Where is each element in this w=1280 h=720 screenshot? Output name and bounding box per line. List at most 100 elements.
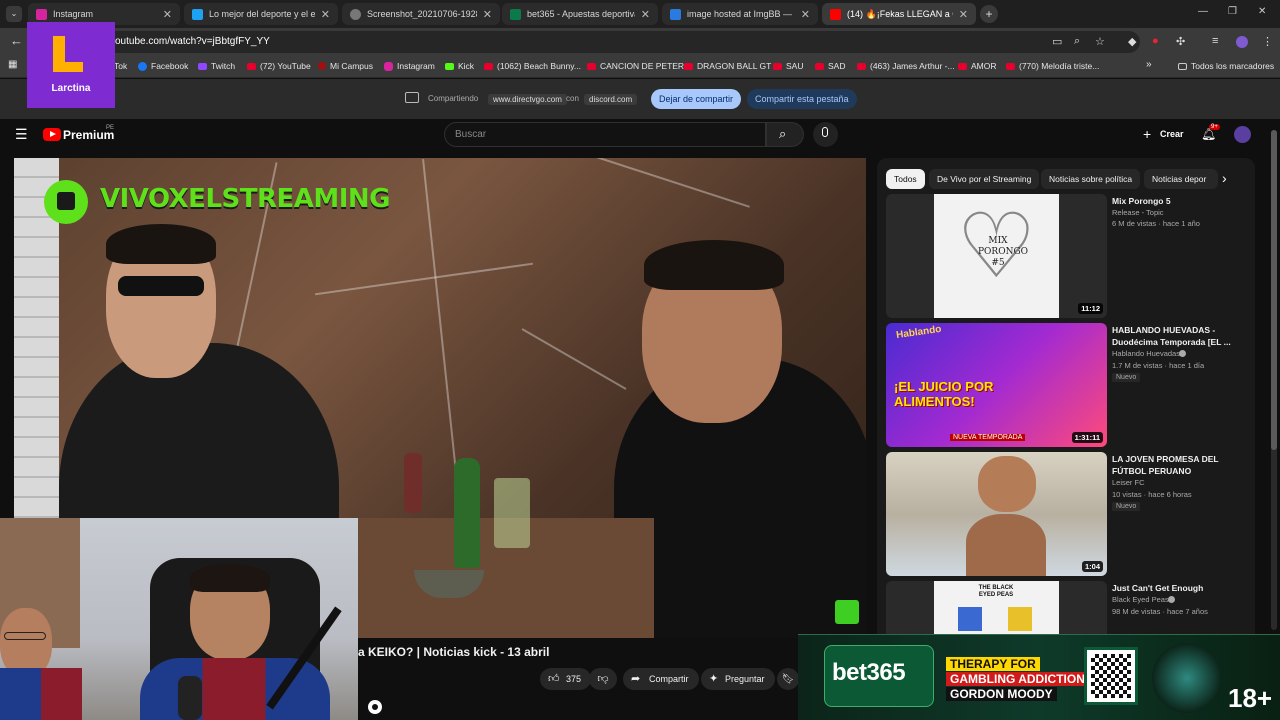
tab-list-dropdown-icon[interactable]: ⌄ <box>6 6 22 22</box>
save-button[interactable]: 🔖︎ <box>777 668 799 690</box>
youtube-icon <box>815 62 824 70</box>
rec-thumbnail[interactable]: Hablando ¡EL JUICIO POR ALIMENTOS! NUEVA… <box>886 323 1107 447</box>
age-restriction-badge: 18+ <box>1228 683 1273 713</box>
youtube-icon <box>958 62 967 70</box>
rec-title[interactable]: Mix Porongo 5 <box>1112 195 1237 207</box>
apps-grid-icon[interactable]: ▦ <box>8 59 17 70</box>
back-arrow-icon[interactable]: ← <box>10 33 23 48</box>
bookmark-melodia[interactable]: (770) Melodía triste... <box>1006 61 1099 71</box>
close-icon[interactable]: ✕ <box>321 8 330 21</box>
url-input[interactable]: outube.com/watch?v=jBbtgfFY_YY <box>60 31 1140 53</box>
puzzle-icon[interactable]: ✣ <box>1176 35 1185 48</box>
youtube-play-triangle-icon <box>50 131 56 137</box>
close-icon[interactable]: ✕ <box>801 8 810 21</box>
new-tab-button[interactable]: + <box>980 5 998 23</box>
rec-thumbnail[interactable]: THE BLACK EYED PEAS <box>886 581 1107 641</box>
bookmark-facebook[interactable]: Facebook <box>138 61 188 71</box>
bookmark-mi-campus[interactable]: Mi Campus <box>318 61 373 71</box>
bookmark-instagram[interactable]: Instagram <box>384 61 435 71</box>
create-icon[interactable]: + <box>1143 126 1151 142</box>
ask-button[interactable]: ✦ Preguntar <box>701 668 775 690</box>
tab-deporte[interactable]: Lo mejor del deporte y el e ✕ <box>184 3 338 25</box>
ad-globe-graphic <box>1152 643 1222 713</box>
tab-imgbb[interactable]: image hosted at ImgBB — Img ✕ <box>662 3 818 25</box>
tab-bet365[interactable]: bet365 - Apuestas deportivas e ✕ <box>502 3 658 25</box>
chevron-right-icon[interactable]: › <box>1222 170 1227 186</box>
close-icon[interactable]: ✕ <box>641 8 650 21</box>
bookmarks-overflow-icon[interactable]: » <box>1146 59 1152 70</box>
like-button[interactable]: 👍︎ 375 <box>540 668 592 690</box>
minimize-icon[interactable]: — <box>1198 6 1208 17</box>
ask-label: Preguntar <box>725 674 765 684</box>
channel-watermark-text: VIVOXELSTREAMING <box>100 184 391 214</box>
streamer-hair <box>190 564 270 592</box>
thumb-subline: NUEVA TEMPORADA <box>950 434 1026 441</box>
close-icon[interactable]: ✕ <box>483 8 492 21</box>
side-person-jersey <box>0 668 82 720</box>
kick-icon <box>445 62 454 70</box>
stop-sharing-button[interactable]: Dejar de compartir <box>651 89 742 109</box>
bet365-ad-banner[interactable]: bet365 THERAPY FOR GAMBLING ADDICTION GO… <box>798 634 1280 720</box>
bookmark-twitch[interactable]: Twitch <box>198 61 235 71</box>
recommendations-list: ♡ MIX PORONGO #5 11:12 Mix Porongo 5 Rel… <box>877 190 1255 641</box>
rec-thumbnail[interactable]: 1:04 <box>886 452 1107 576</box>
bookmark-tiktok[interactable]: Tok <box>114 61 127 71</box>
new-badge: Nuevo <box>1112 502 1141 511</box>
share-this-tab-button[interactable]: Compartir esta pestaña <box>747 89 857 109</box>
search-placeholder: Buscar <box>455 129 487 140</box>
bookmark-kick[interactable]: Kick <box>445 61 474 71</box>
bookmark-label: (463) James Arthur -... <box>870 61 955 71</box>
account-avatar[interactable] <box>1234 126 1251 143</box>
rec-channel[interactable]: Release - Topic <box>1112 208 1164 217</box>
bookmark-dragon-ball[interactable]: DRAGON BALL GT <box>684 61 771 71</box>
dislike-button[interactable]: 👎︎ <box>589 668 617 690</box>
close-icon[interactable]: ✕ <box>959 8 968 21</box>
chip-todos[interactable]: Todos <box>886 169 925 189</box>
star-icon[interactable]: ☆ <box>1095 35 1105 48</box>
rec-title[interactable]: Just Can't Get Enough <box>1112 582 1237 594</box>
scrollbar-thumb[interactable] <box>1271 130 1277 450</box>
rec-title[interactable]: LA JOVEN PROMESA DEL FÚTBOL PERUANO <box>1112 453 1237 477</box>
profile-avatar-icon[interactable] <box>1236 36 1248 48</box>
tab-youtube-active[interactable]: (14) 🔥¡Fekas LLEGAN a Col ✕ <box>822 3 976 25</box>
media-control-icon[interactable]: ≡ <box>1212 35 1218 47</box>
bookmark-beach-bunny[interactable]: (1062) Beach Bunny... <box>484 61 581 71</box>
extension-icon[interactable]: ◆ <box>1128 35 1136 48</box>
bookmark-label: CANCION DE PETER <box>600 61 685 71</box>
rec-channel[interactable]: Leiser FC <box>1112 478 1145 487</box>
youtube-icon <box>587 62 596 70</box>
rec-channel[interactable]: Black Eyed Peas <box>1112 595 1169 604</box>
cast-icon[interactable]: ▭ <box>1052 35 1062 48</box>
window-close-icon[interactable]: ✕ <box>1258 6 1266 17</box>
bookmark-label: Kick <box>458 61 475 71</box>
bookmark-sad[interactable]: SAD <box>815 61 845 71</box>
bookmark-cancion-de-peter[interactable]: CANCION DE PETER <box>587 61 684 71</box>
rec-title[interactable]: HABLANDO HUEVADAS - Duodécima Temporada … <box>1112 324 1237 348</box>
close-icon[interactable]: ✕ <box>163 8 172 21</box>
chip-politica[interactable]: Noticias sobre política <box>1041 169 1141 189</box>
create-button[interactable]: Crear <box>1160 129 1184 139</box>
logo-text: Larctina <box>51 83 91 94</box>
rec-channel[interactable]: Hablando Huevadas <box>1112 349 1180 358</box>
sharing-target: discord.com <box>584 94 638 105</box>
share-arrow-icon: ➦ <box>631 673 641 685</box>
instagram-icon <box>36 8 47 20</box>
share-button[interactable]: ➦ Compartir <box>623 668 699 690</box>
bookmark-sau[interactable]: SAU <box>773 61 803 71</box>
search-button[interactable]: ⌕ <box>766 122 804 147</box>
tab-screenshot[interactable]: Screenshot_20210706-192837.j ✕ <box>342 3 500 25</box>
bookmark-all[interactable]: Todos los marcadores <box>1178 61 1274 71</box>
extension-red-icon[interactable]: ● <box>1152 35 1159 47</box>
bookmark-youtube[interactable]: (72) YouTube <box>247 61 311 71</box>
rec-thumbnail[interactable]: ♡ MIX PORONGO #5 11:12 <box>886 194 1107 318</box>
menu-kebab-icon[interactable]: ⋮ <box>1262 35 1273 48</box>
chip-deportes[interactable]: Noticias depor <box>1144 169 1218 189</box>
restore-icon[interactable]: ❐ <box>1228 6 1237 17</box>
search-input[interactable]: Buscar <box>444 122 766 147</box>
bookmark-amor[interactable]: AMOR <box>958 61 997 71</box>
zoom-icon[interactable]: ⌕ <box>1074 35 1080 48</box>
bookmark-james-arthur[interactable]: (463) James Arthur -... <box>857 61 955 71</box>
chip-de-vivo[interactable]: De Vivo por el Streaming <box>929 169 1040 189</box>
folder-icon <box>1178 62 1187 70</box>
hamburger-menu-icon[interactable]: ☰ <box>15 126 28 143</box>
